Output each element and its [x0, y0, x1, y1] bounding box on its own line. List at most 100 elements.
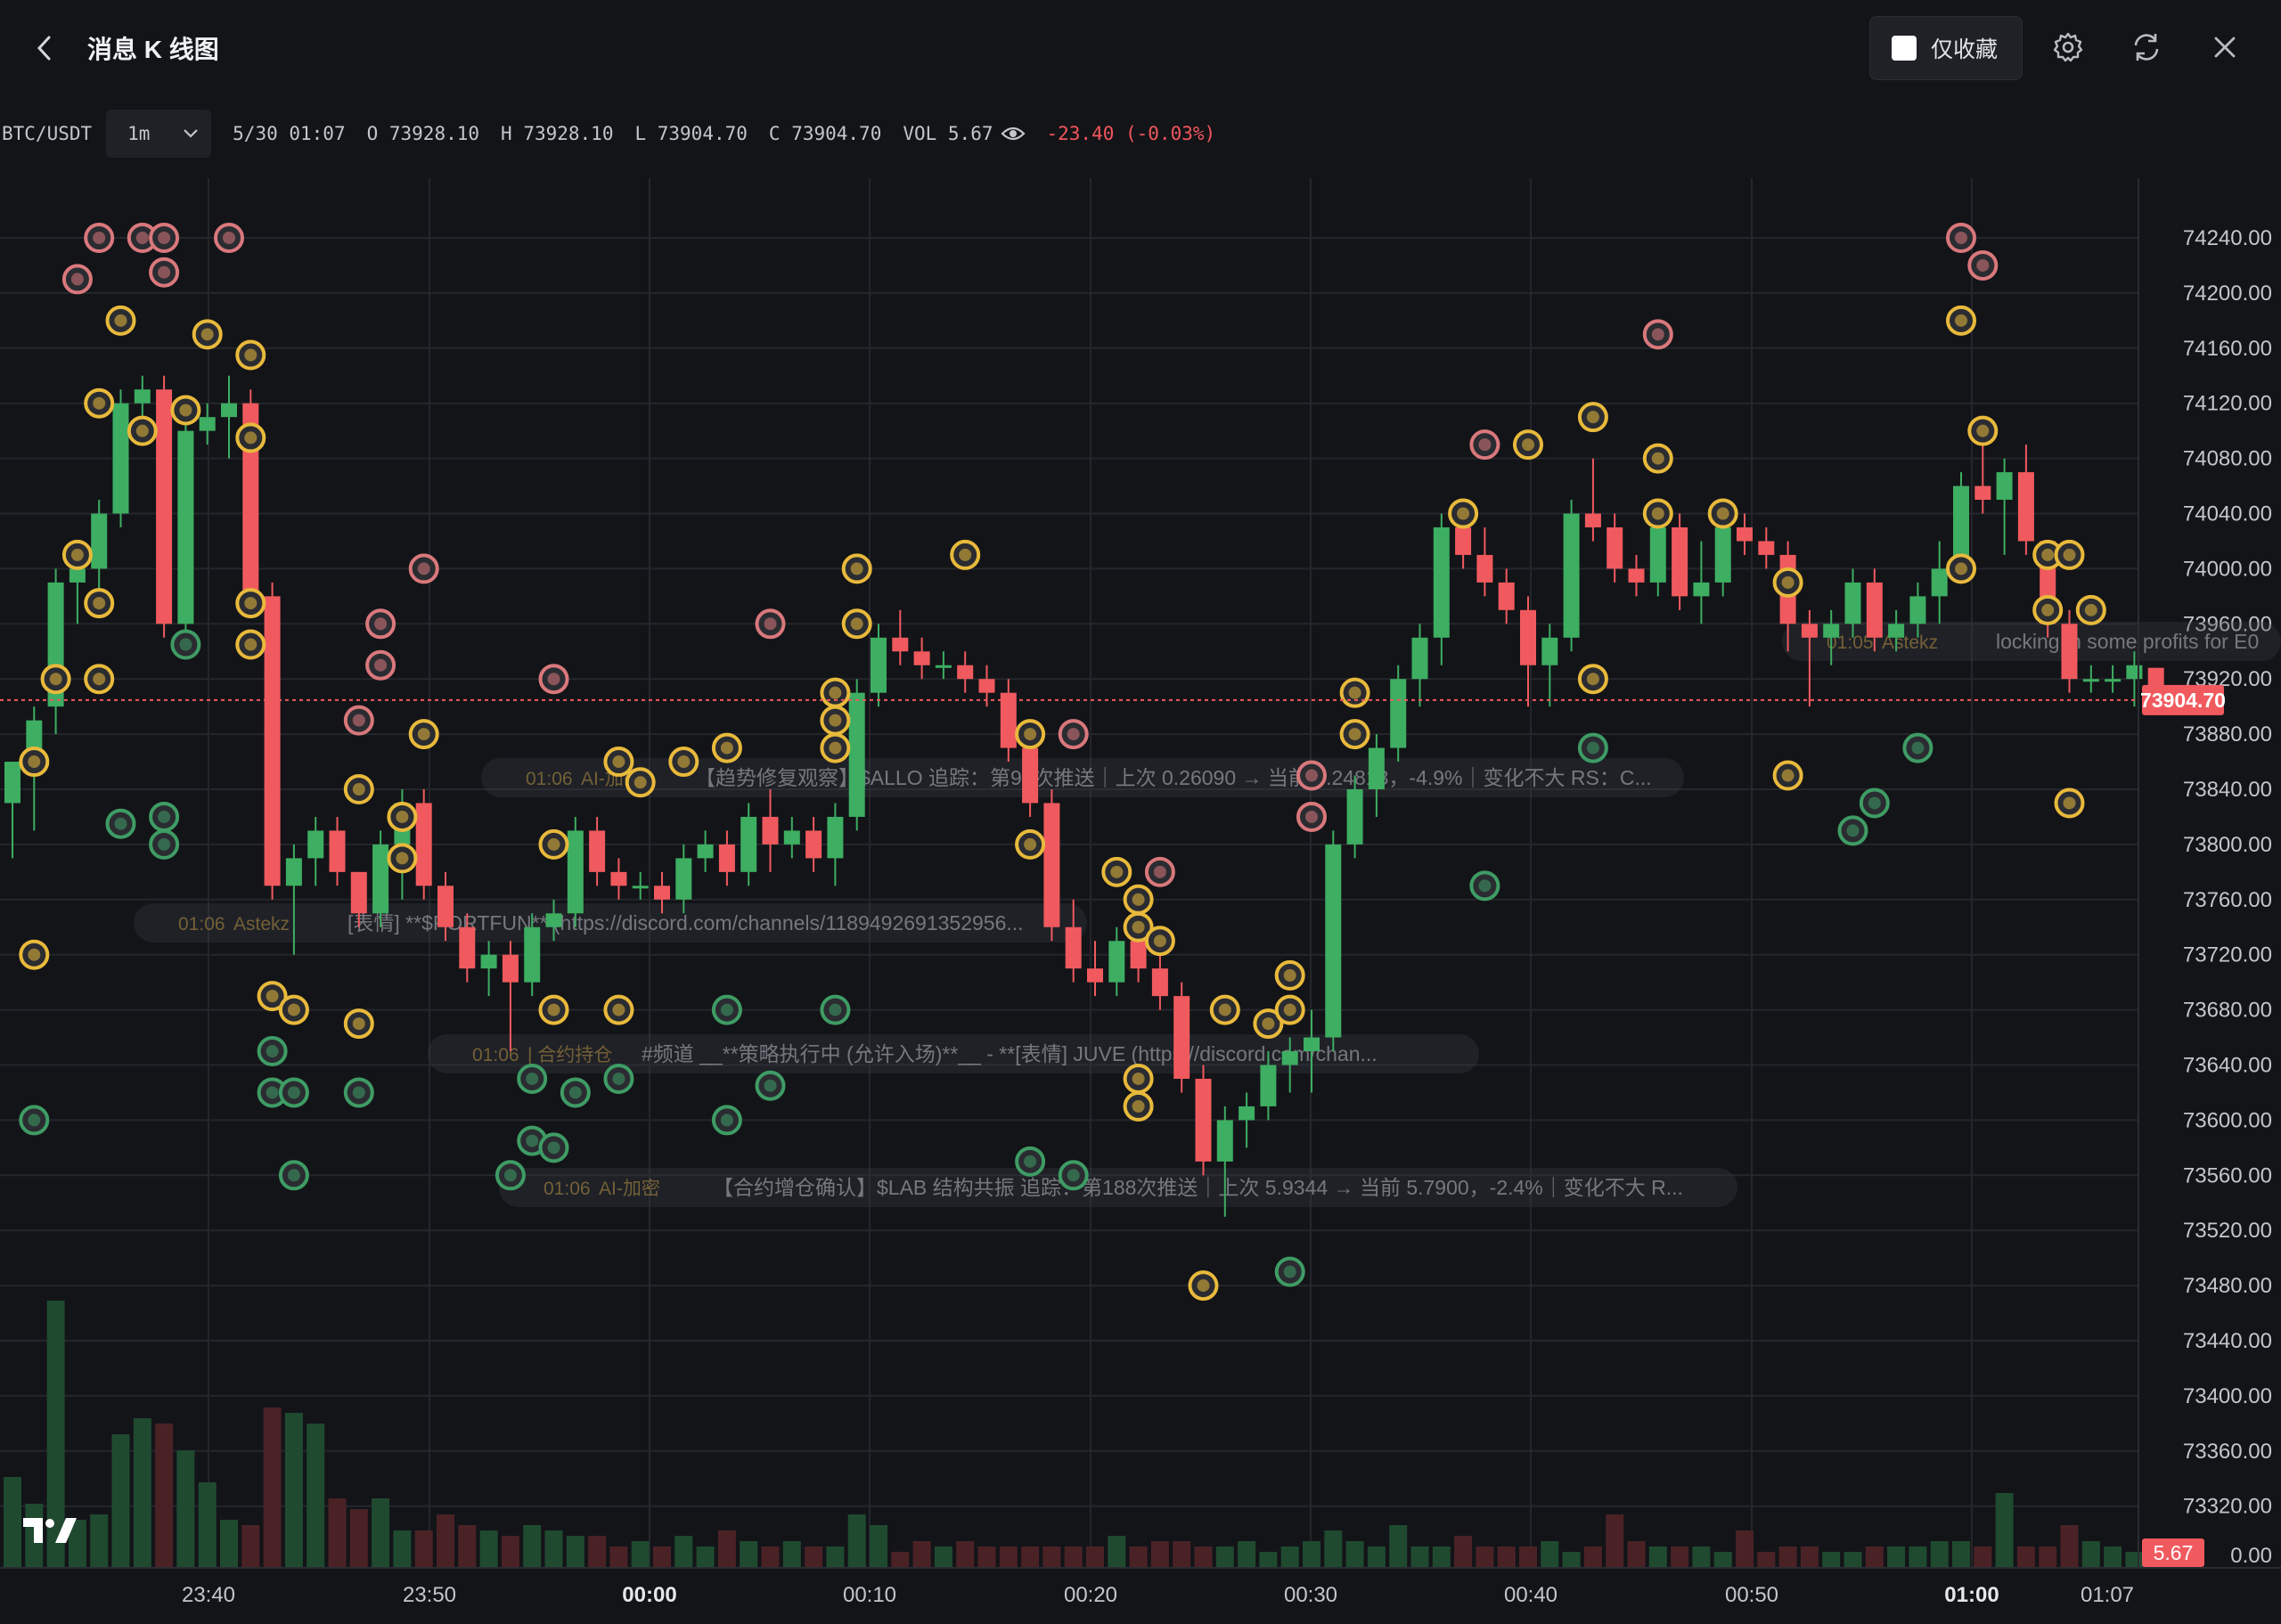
candle-body[interactable]: [1498, 582, 1515, 610]
candle-body[interactable]: [1888, 624, 1905, 638]
candle-body[interactable]: [1065, 926, 1082, 969]
candle-body[interactable]: [1844, 582, 1861, 624]
candle-body[interactable]: [177, 430, 194, 624]
candle-body[interactable]: [1087, 968, 1103, 983]
candle-body[interactable]: [1281, 1051, 1298, 1065]
candle-body[interactable]: [4, 762, 20, 804]
candle-body[interactable]: [1000, 692, 1017, 748]
favorites-only-toggle[interactable]: 仅收藏: [1869, 16, 2023, 80]
candle-body[interactable]: [134, 389, 151, 404]
candle-body[interactable]: [632, 885, 649, 889]
candle-body[interactable]: [1411, 637, 1428, 680]
back-arrow-icon[interactable]: [27, 29, 62, 68]
candle-body[interactable]: [502, 954, 519, 983]
candle-body[interactable]: [1714, 526, 1731, 583]
candle-body[interactable]: [69, 568, 86, 583]
candle-body[interactable]: [2126, 665, 2143, 680]
candle-body[interactable]: [675, 858, 692, 900]
candle-body[interactable]: [1022, 747, 1039, 804]
candle-body[interactable]: [1325, 844, 1342, 1038]
close-icon[interactable]: [2204, 27, 2245, 68]
candle-body[interactable]: [199, 417, 216, 431]
candle-body[interactable]: [437, 885, 454, 927]
eye-icon[interactable]: [1000, 125, 1026, 143]
candle-body[interactable]: [978, 679, 995, 693]
candle-body[interactable]: [1584, 513, 1601, 527]
candle-body[interactable]: [805, 830, 822, 859]
candle-body[interactable]: [957, 665, 974, 680]
candle-body[interactable]: [1974, 486, 1991, 501]
candle-body[interactable]: [589, 830, 606, 872]
candle-body[interactable]: [1455, 526, 1472, 555]
candle-body[interactable]: [1801, 624, 1818, 638]
candle-body[interactable]: [480, 954, 497, 969]
candle-body[interactable]: [1043, 803, 1060, 927]
candle-body[interactable]: [1260, 1065, 1277, 1106]
candle-body[interactable]: [567, 830, 584, 914]
candle-body[interactable]: [1216, 1120, 1233, 1162]
candle-body[interactable]: [2082, 679, 2099, 682]
candle-body[interactable]: [827, 816, 844, 859]
candle-body[interactable]: [1173, 996, 1190, 1079]
candle-body[interactable]: [1758, 541, 1775, 555]
candle-body[interactable]: [2061, 624, 2078, 680]
candle-body[interactable]: [1866, 582, 1883, 638]
candle-body[interactable]: [415, 803, 432, 886]
candle-body[interactable]: [1520, 609, 1536, 665]
candle-body[interactable]: [1693, 582, 1710, 597]
candle-body[interactable]: [654, 885, 670, 900]
candle-body[interactable]: [2017, 472, 2034, 542]
candle-body[interactable]: [307, 830, 324, 859]
settings-gear-icon[interactable]: [2048, 27, 2089, 68]
timeframe-select[interactable]: 1m: [106, 110, 212, 158]
candle-body[interactable]: [610, 871, 627, 886]
candle-body[interactable]: [91, 513, 108, 569]
candle-body[interactable]: [545, 913, 562, 927]
candle-body[interactable]: [1151, 968, 1168, 997]
candle-body[interactable]: [1108, 941, 1125, 983]
candle-body[interactable]: [2105, 679, 2122, 682]
candle-body[interactable]: [935, 665, 952, 668]
candle-body[interactable]: [1130, 941, 1147, 969]
candle-body[interactable]: [892, 637, 909, 652]
candle-body[interactable]: [1931, 568, 1948, 597]
candle-body[interactable]: [112, 403, 129, 514]
candle-body[interactable]: [1195, 1078, 1212, 1162]
candle-body[interactable]: [350, 871, 367, 914]
candle-body[interactable]: [1304, 1037, 1320, 1052]
candle-body[interactable]: [697, 844, 714, 859]
candle-body[interactable]: [372, 844, 389, 914]
candle-body[interactable]: [1909, 596, 1926, 624]
candle-body[interactable]: [285, 858, 302, 886]
candle-body[interactable]: [1368, 747, 1385, 789]
candle-body[interactable]: [264, 596, 281, 886]
candle-body[interactable]: [1239, 1106, 1255, 1121]
candle-body[interactable]: [848, 692, 865, 817]
candle-body[interactable]: [1541, 637, 1558, 665]
candle-body[interactable]: [1823, 624, 1840, 638]
candle-body[interactable]: [871, 637, 887, 693]
candle-body[interactable]: [1996, 472, 2013, 501]
candle-body[interactable]: [718, 844, 735, 872]
chart-canvas[interactable]: 74240.00 74200.00 74160.00 74120.00 74080.00…: [0, 178, 2281, 1620]
candle-body[interactable]: [1346, 789, 1363, 845]
candle-body[interactable]: [913, 651, 930, 665]
candle-body[interactable]: [740, 816, 757, 872]
candle-body[interactable]: [459, 926, 476, 969]
candle-body[interactable]: [762, 816, 779, 845]
candle-body[interactable]: [1390, 679, 1407, 748]
candle-body[interactable]: [524, 926, 541, 983]
candle-body[interactable]: [221, 403, 237, 418]
candle-body[interactable]: [329, 830, 346, 872]
candle-body[interactable]: [1737, 526, 1753, 542]
candle-body[interactable]: [156, 389, 173, 624]
candle-body[interactable]: [1628, 568, 1645, 583]
candle-body[interactable]: [1563, 513, 1580, 638]
refresh-icon[interactable]: [2126, 27, 2167, 68]
favorites-only-checkbox[interactable]: [1892, 36, 1917, 61]
candle-body[interactable]: [1672, 526, 1688, 597]
candle-body[interactable]: [1607, 526, 1623, 569]
candlestick-chart[interactable]: 74240.00 74200.00 74160.00 74120.00 74080.00…: [0, 178, 2281, 1620]
candle-body[interactable]: [1433, 526, 1450, 638]
candle-body[interactable]: [1476, 554, 1493, 583]
